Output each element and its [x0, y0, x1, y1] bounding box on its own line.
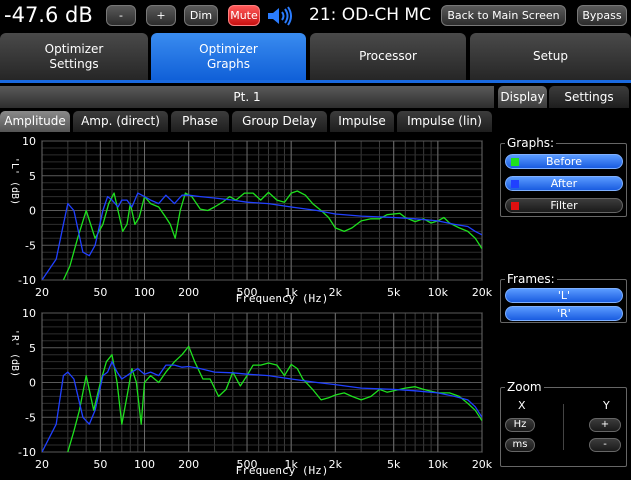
- mute-button[interactable]: Mute: [228, 5, 260, 26]
- tab-optimizer-graphs[interactable]: Optimizer Graphs: [151, 33, 306, 80]
- x-tick-label: 20: [35, 286, 49, 299]
- tab-amplitude[interactable]: Amplitude: [0, 111, 70, 132]
- x-tick-label: 200: [178, 286, 199, 299]
- preset-name: 21: OD-CH MC: [309, 5, 431, 25]
- tab-amp-direct[interactable]: Amp. (direct): [73, 111, 168, 132]
- back-to-main-button[interactable]: Back to Main Screen: [441, 5, 566, 26]
- y-tick-label: 5: [29, 170, 36, 183]
- volume-readout: -47.6 dB: [4, 3, 93, 27]
- filter-label: Filter: [550, 199, 578, 212]
- x-tick-label: 50: [93, 286, 107, 299]
- volume-up-button[interactable]: +: [146, 5, 176, 26]
- point-selector[interactable]: Pt. 1: [0, 86, 494, 108]
- frame-l-toggle[interactable]: 'L': [505, 288, 623, 303]
- tab-label: Optimizer Settings: [44, 41, 104, 71]
- x-tick-label: 20k: [472, 458, 493, 471]
- x-tick-label: 100: [134, 458, 155, 471]
- tab-phase[interactable]: Phase: [171, 111, 229, 132]
- volume-down-button[interactable]: -: [106, 5, 136, 26]
- x-tick-label: 200: [178, 458, 199, 471]
- x-tick-label: 10k: [428, 458, 449, 471]
- graphs-group: Graphs: Before After Filter: [500, 136, 627, 217]
- amplitude-graphs[interactable]: -10-5051020 50 100 200 500 1k 2k 5k 10k 20kFreque…: [0, 132, 494, 480]
- x-tick-label: 10k: [428, 286, 449, 299]
- y-tick-label: -5: [25, 411, 36, 424]
- tab-group-delay[interactable]: Group Delay: [232, 111, 327, 132]
- zoom-x-label: X: [518, 399, 526, 412]
- zoom-y-label: Y: [603, 399, 610, 412]
- before-label: Before: [546, 155, 582, 168]
- zoom-hz-button[interactable]: Hz: [505, 418, 535, 432]
- y-tick-label: -10: [18, 446, 36, 459]
- tab-optimizer-settings[interactable]: Optimizer Settings: [0, 33, 148, 80]
- display-panel: Display Settings Graphs: Before After Fi…: [496, 86, 631, 480]
- x-tick-label: 5k: [387, 286, 401, 299]
- zoom-ms-button[interactable]: ms: [505, 438, 535, 452]
- tab-setup[interactable]: Setup: [470, 33, 631, 80]
- tab-impulse[interactable]: Impulse: [330, 111, 394, 132]
- y-tick-label: 5: [29, 342, 36, 355]
- before-toggle[interactable]: Before: [505, 154, 623, 169]
- frame-r-toggle[interactable]: 'R': [505, 306, 623, 321]
- tab-display[interactable]: Display: [498, 86, 547, 108]
- y-tick-label: 10: [22, 307, 36, 320]
- y-tick-label: 0: [29, 377, 36, 390]
- tab-processor[interactable]: Processor: [310, 33, 466, 80]
- dim-button[interactable]: Dim: [184, 5, 218, 26]
- filter-swatch: [511, 202, 519, 210]
- x-tick-label: 5k: [387, 458, 401, 471]
- graph-type-tabs: Amplitude Amp. (direct) Phase Group Dela…: [0, 111, 494, 132]
- y-tick-label: 10: [22, 135, 36, 148]
- zoom-divider: [563, 404, 564, 450]
- y-tick-label: 0: [29, 205, 36, 218]
- frames-group: Frames: 'L' 'R': [500, 272, 627, 323]
- chart-right: -10-5051020 50 100 200 500 1k 2k 5k 10k 20kFreque…: [9, 307, 493, 477]
- main-tabs: Optimizer Settings Optimizer Graphs Proces…: [0, 33, 631, 80]
- before-swatch: [511, 158, 519, 166]
- after-swatch: [511, 180, 519, 188]
- tab-impulse-lin[interactable]: Impulse (lin): [397, 111, 492, 132]
- x-tick-label: 2k: [329, 286, 343, 299]
- zoom-y-out-button[interactable]: -: [589, 438, 621, 452]
- x-axis-label: Frequency (Hz): [236, 292, 329, 305]
- x-tick-label: 20k: [472, 286, 493, 299]
- filter-toggle[interactable]: Filter: [505, 198, 623, 213]
- after-label: After: [550, 177, 578, 190]
- x-tick-label: 20: [35, 458, 49, 471]
- after-toggle[interactable]: After: [505, 176, 623, 191]
- tab-display-settings[interactable]: Settings: [549, 86, 629, 108]
- frames-title: Frames:: [505, 272, 557, 286]
- speaker-icon[interactable]: [266, 6, 294, 26]
- zoom-title: Zoom: [505, 380, 544, 394]
- x-tick-label: 2k: [329, 458, 343, 471]
- graph-area: -10 -5 0 5 10 20 50 100 200 500 1k 2k 5k 10k 20k Freque…: [0, 132, 494, 480]
- bypass-button[interactable]: Bypass: [577, 5, 627, 26]
- tab-label: Optimizer Graphs: [199, 41, 258, 71]
- y-axis-label: 'R' (dB): [9, 329, 20, 377]
- y-tick-label: -5: [25, 239, 36, 252]
- x-tick-label: 100: [134, 286, 155, 299]
- y-axis-label: 'L' (dB): [9, 157, 20, 205]
- zoom-group: Zoom X Y Hz ms + -: [500, 380, 627, 467]
- x-tick-label: 50: [93, 458, 107, 471]
- tab-underline: [0, 80, 631, 83]
- chart-left: -10-5051020 50 100 200 500 1k 2k 5k 10k 20kFreque…: [9, 135, 493, 305]
- x-axis-label: Frequency (Hz): [236, 464, 329, 477]
- zoom-y-in-button[interactable]: +: [589, 418, 621, 432]
- tab-label: Setup: [533, 49, 568, 63]
- top-bar: -47.6 dB - + Dim Mute 21: OD-CH MC Back …: [0, 0, 631, 31]
- y-tick-label: -10: [18, 274, 36, 287]
- tab-label: Processor: [359, 49, 417, 63]
- graphs-title: Graphs:: [505, 136, 557, 150]
